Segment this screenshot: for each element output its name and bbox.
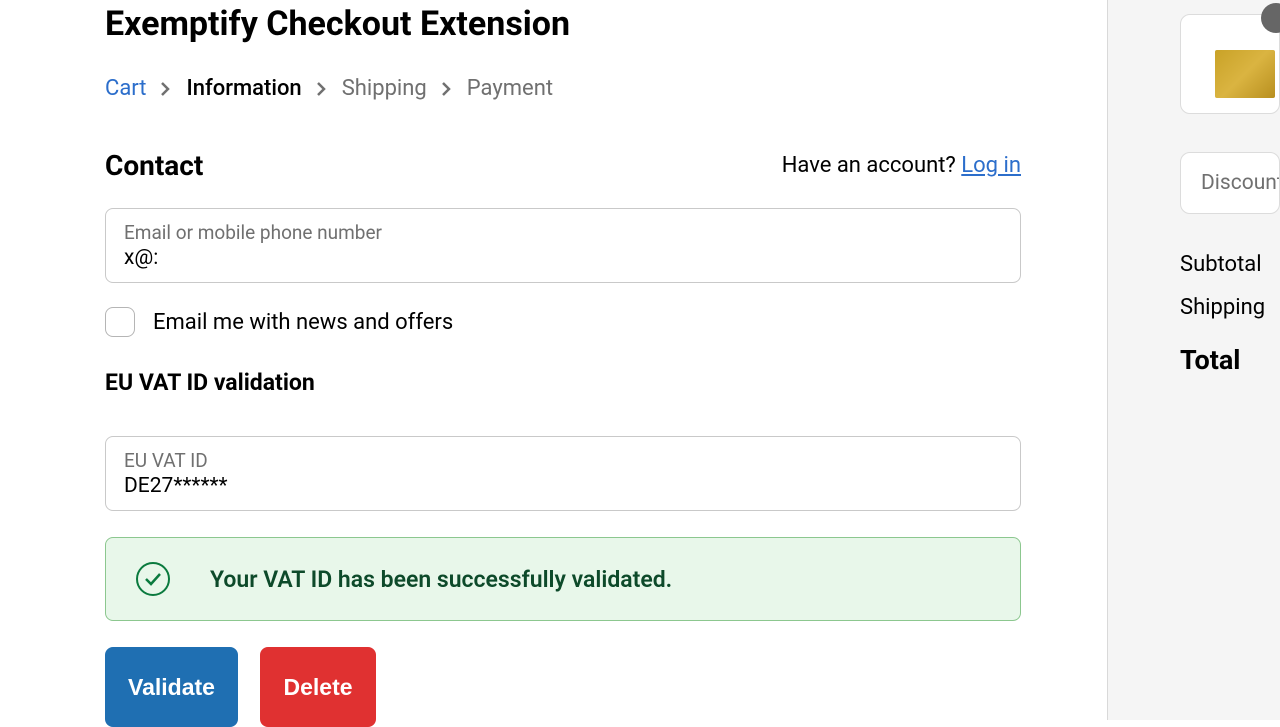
chevron-right-icon	[441, 81, 453, 97]
vat-input-wrapper[interactable]: EU VAT ID	[105, 436, 1021, 511]
vat-label: EU VAT ID	[124, 449, 1002, 472]
account-prompt: Have an account? Log in	[782, 153, 1021, 178]
vat-button-row: Validate Delete	[105, 647, 1107, 727]
contact-header: Contact Have an account? Log in	[105, 149, 1021, 182]
breadcrumb-payment: Payment	[467, 76, 553, 101]
shipping-label: Shipping	[1180, 295, 1280, 320]
discount-input-wrapper[interactable]: Discount	[1180, 152, 1280, 214]
order-summary: Subtotal Shipping Total	[1180, 252, 1280, 376]
quantity-badge	[1261, 3, 1280, 33]
order-summary-panel: Discount Subtotal Shipping Total	[1108, 0, 1280, 720]
newsletter-checkbox[interactable]	[105, 307, 135, 337]
page-title: Exemptify Checkout Extension	[105, 4, 1107, 44]
email-field[interactable]	[124, 246, 1002, 270]
breadcrumb-shipping: Shipping	[342, 76, 427, 101]
breadcrumb-information: Information	[186, 76, 301, 101]
breadcrumb-cart[interactable]: Cart	[105, 76, 146, 101]
email-input-wrapper[interactable]: Email or mobile phone number	[105, 208, 1021, 283]
login-link[interactable]: Log in	[961, 153, 1021, 178]
checkout-main-panel: Exemptify Checkout Extension Cart Inform…	[0, 0, 1108, 720]
newsletter-label: Email me with news and offers	[153, 310, 453, 335]
product-thumbnail	[1180, 14, 1280, 114]
email-label: Email or mobile phone number	[124, 221, 1002, 244]
product-image	[1215, 50, 1275, 98]
account-prompt-text: Have an account?	[782, 153, 962, 178]
vat-field[interactable]	[124, 474, 1002, 498]
check-circle-icon	[136, 562, 170, 596]
vat-success-text: Your VAT ID has been successfully valida…	[210, 566, 672, 593]
newsletter-checkbox-row: Email me with news and offers	[105, 307, 1107, 337]
discount-placeholder: Discount	[1201, 171, 1280, 195]
subtotal-label: Subtotal	[1180, 252, 1280, 277]
breadcrumb: Cart Information Shipping Payment	[105, 76, 1107, 101]
total-label: Total	[1180, 344, 1280, 376]
vat-heading: EU VAT ID validation	[105, 369, 1107, 396]
chevron-right-icon	[160, 81, 172, 97]
validate-button[interactable]: Validate	[105, 647, 238, 727]
chevron-right-icon	[316, 81, 328, 97]
contact-heading: Contact	[105, 149, 203, 182]
delete-button[interactable]: Delete	[260, 647, 376, 727]
vat-success-banner: Your VAT ID has been successfully valida…	[105, 537, 1021, 621]
